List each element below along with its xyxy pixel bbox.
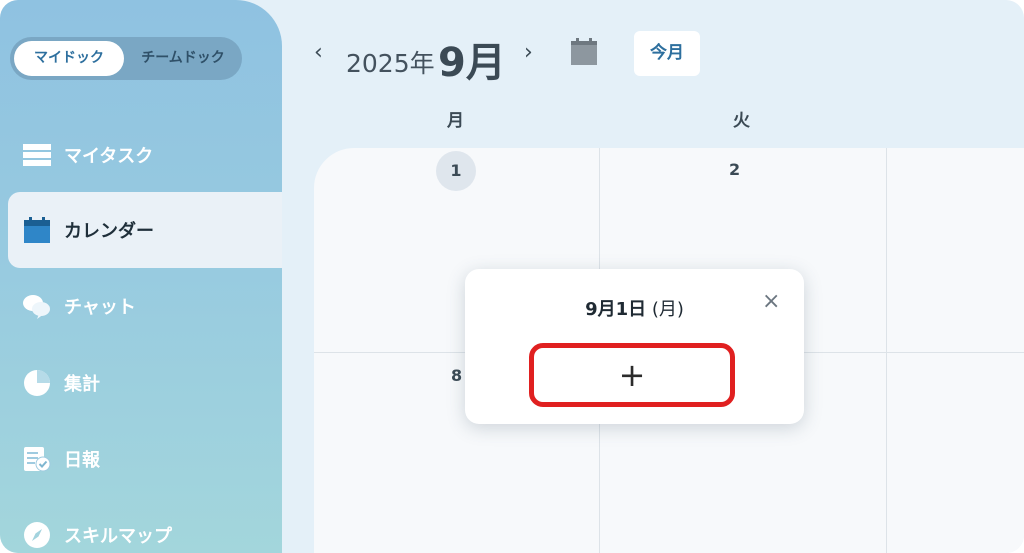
sidebar: マイドック チームドック マイタスク カレンダー チャット 集計 日報 スキルマ… xyxy=(0,0,282,553)
prev-month-button[interactable]: ‹ xyxy=(314,40,323,65)
header-month: 9月 xyxy=(438,40,506,86)
weekday-monday: 月 xyxy=(447,111,464,131)
day-popup: 9月1日 (月) × + xyxy=(465,269,804,424)
sidebar-item-label: 集計 xyxy=(64,374,100,395)
sidebar-item-label: カレンダー xyxy=(64,221,154,242)
sidebar-item-daily-report[interactable]: 日報 xyxy=(8,421,282,497)
list-icon xyxy=(23,141,51,169)
sidebar-item-label: チャット xyxy=(64,297,136,318)
date-picker-icon[interactable] xyxy=(570,38,598,66)
sidebar-item-summary[interactable]: 集計 xyxy=(8,345,282,421)
doc-toggle: マイドック チームドック xyxy=(10,37,242,80)
sidebar-item-label: 日報 xyxy=(64,450,100,471)
calendar-icon xyxy=(23,216,51,244)
popup-date: 9月1日 xyxy=(585,299,647,320)
app-window: マイドック チームドック マイタスク カレンダー チャット 集計 日報 スキルマ… xyxy=(0,0,1024,553)
sidebar-item-label: マイタスク xyxy=(64,146,154,167)
popup-weekday: (月) xyxy=(651,299,684,320)
sidebar-item-label: スキルマップ xyxy=(64,526,172,547)
sidebar-item-skill-map[interactable]: スキルマップ xyxy=(8,497,282,553)
close-icon[interactable]: × xyxy=(762,289,780,314)
compass-icon xyxy=(23,521,51,549)
day-cell-2[interactable]: 2 xyxy=(729,160,740,179)
this-month-button[interactable]: 今月 xyxy=(634,31,700,76)
next-month-button[interactable]: › xyxy=(524,40,533,65)
sidebar-item-calendar[interactable]: カレンダー xyxy=(8,192,282,268)
day-cell-8[interactable]: 8 xyxy=(451,366,462,385)
sidebar-item-chat[interactable]: チャット xyxy=(8,268,282,344)
my-doc-toggle[interactable]: マイドック xyxy=(14,41,124,76)
pie-chart-icon xyxy=(23,369,51,397)
team-doc-toggle[interactable]: チームドック xyxy=(126,41,240,76)
day-cell-1[interactable]: 1 xyxy=(436,151,476,191)
plus-icon: + xyxy=(618,356,646,394)
chat-icon xyxy=(23,292,51,320)
weekday-tuesday: 火 xyxy=(733,111,750,131)
sidebar-item-my-tasks[interactable]: マイタスク xyxy=(8,117,282,193)
report-icon xyxy=(23,445,51,473)
add-event-button[interactable]: + xyxy=(529,343,735,407)
grid-divider xyxy=(886,148,887,553)
header-year: 2025年 xyxy=(346,49,435,78)
popup-title: 9月1日 (月) xyxy=(465,295,804,321)
